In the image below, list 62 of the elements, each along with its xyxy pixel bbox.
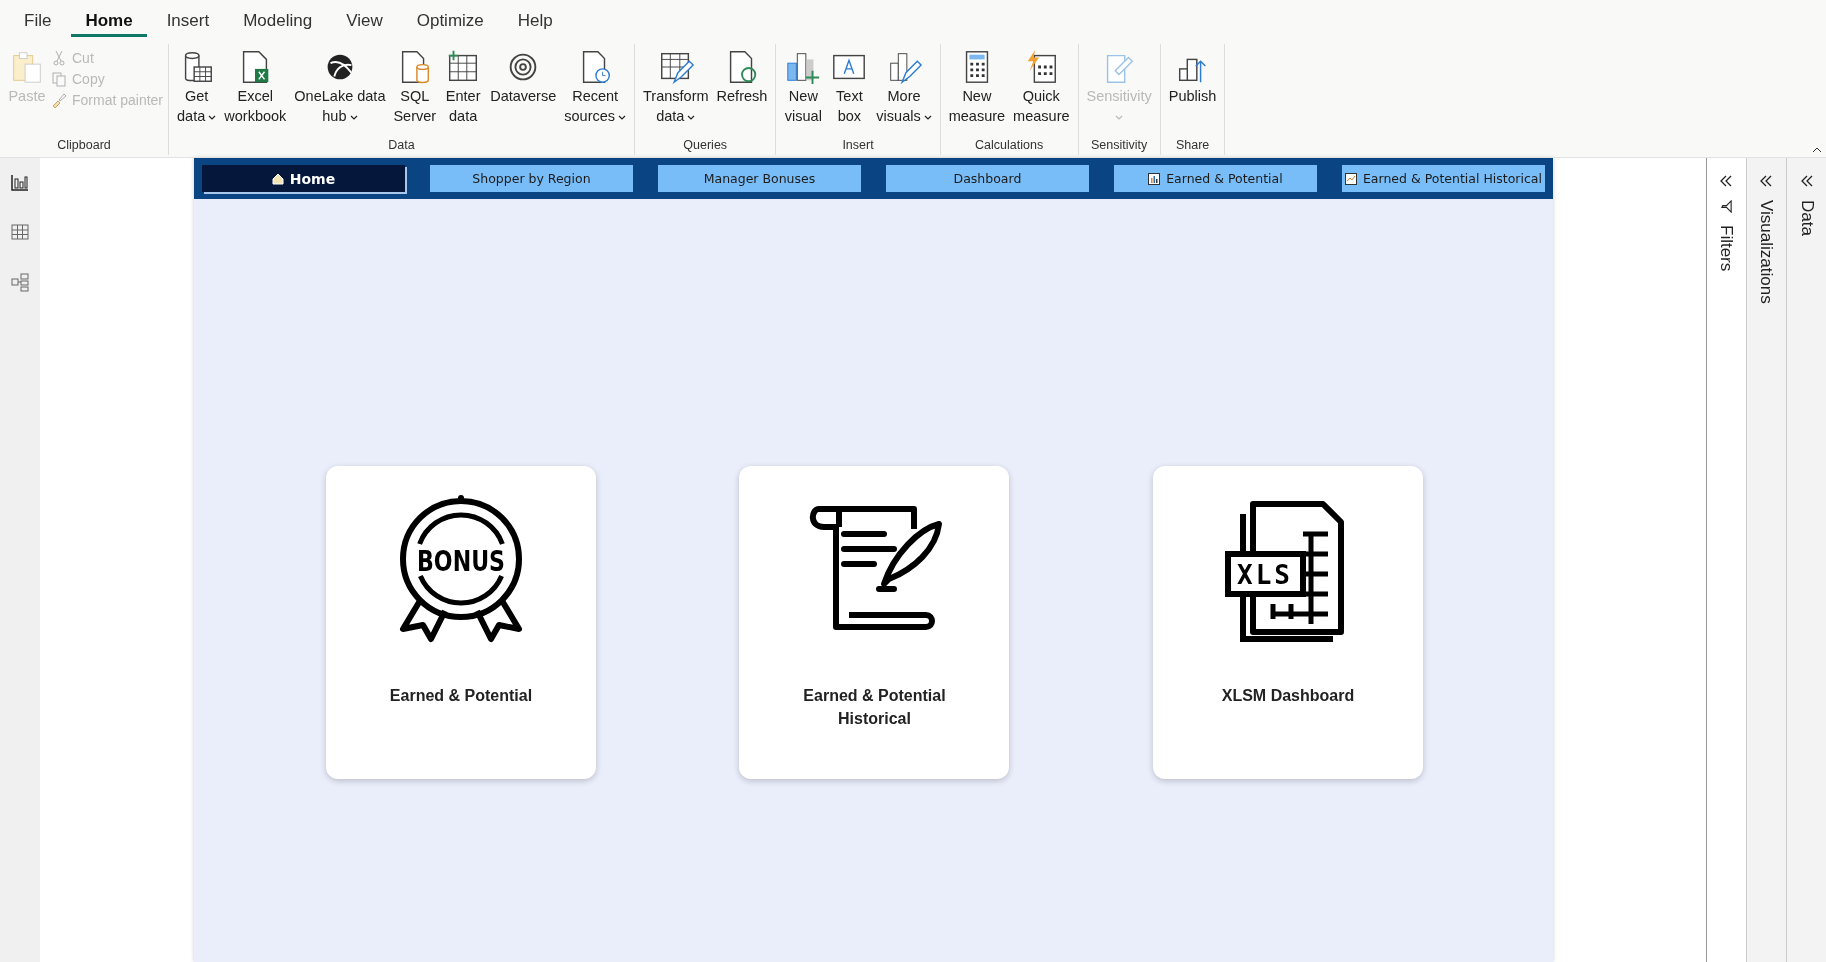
table-view-icon[interactable]	[10, 222, 30, 242]
group-label: Queries	[682, 138, 729, 154]
ribbon-button[interactable]: Excel workbook	[221, 44, 290, 130]
menu-tab[interactable]: Modeling	[229, 5, 327, 37]
group-label: Share	[1174, 138, 1211, 154]
ribbon-button[interactable]: Enter data	[441, 44, 486, 130]
card[interactable]: XLS XLSM Dashboard	[1152, 466, 1423, 779]
ribbon-button[interactable]: New visual	[781, 44, 826, 130]
copy-icon	[51, 71, 67, 87]
brush-icon	[51, 92, 67, 108]
side-pane[interactable]: Visualizations	[1746, 158, 1786, 962]
pane-label: Filters	[1716, 225, 1737, 272]
ribbon-button[interactable]: Get data	[174, 44, 220, 130]
page-button[interactable]: Earned & Potential Historical	[1341, 165, 1545, 192]
ribbon-button[interactable]: Quick measure	[1010, 44, 1073, 130]
collapse-ribbon-icon[interactable]	[1812, 147, 1822, 153]
ribbon-button[interactable]: OneLake data hub	[291, 44, 389, 130]
group-label: Insert	[841, 138, 875, 154]
page-button[interactable]: Dashboard	[885, 165, 1089, 192]
ribbon-button[interactable]: Publish	[1165, 44, 1220, 110]
scissors-icon	[51, 50, 67, 66]
file-type-text: XLS	[1237, 560, 1293, 590]
card-title: Earned & Potential	[388, 686, 534, 706]
group-label: Data	[387, 138, 416, 154]
ribbon-button[interactable]: SQL Server	[390, 44, 440, 130]
expand-icon[interactable]	[1799, 174, 1814, 188]
home-icon	[271, 172, 284, 185]
group-label: Calculations	[974, 138, 1045, 154]
group-label: Clipboard	[56, 138, 112, 154]
expand-icon[interactable]	[1759, 174, 1774, 188]
pane-label: Visualizations	[1756, 200, 1777, 304]
group-label: Sensitivity	[1090, 138, 1149, 154]
menu-tab[interactable]: View	[332, 5, 397, 37]
pane-label: Data	[1796, 200, 1817, 236]
model-view-icon[interactable]	[10, 272, 30, 292]
ribbon-button[interactable]: Refresh	[713, 44, 771, 110]
menu-tab[interactable]: Insert	[152, 5, 224, 37]
ribbon-button[interactable]: Recent sources	[561, 44, 630, 130]
card-title: Earned & Potential Historical	[802, 686, 947, 729]
bar-chart-icon	[1148, 172, 1161, 185]
page-button[interactable]: Home	[201, 165, 405, 192]
side-pane[interactable]: Filters	[1706, 158, 1746, 962]
ribbon-button[interactable]: Dataverse	[487, 44, 560, 110]
page-button[interactable]: Manager Bonuses	[657, 165, 861, 192]
page-button[interactable]: Earned & Potential	[1113, 165, 1317, 192]
menu-tab[interactable]: Optimize	[402, 5, 498, 37]
card-title: XLSM Dashboard	[1220, 686, 1356, 706]
report-view-icon[interactable]	[10, 172, 30, 192]
card[interactable]: BONUS Earned & Potential	[325, 466, 596, 779]
menu-tab[interactable]: Help	[503, 5, 567, 37]
expand-icon[interactable]	[1719, 174, 1734, 188]
page-button[interactable]: Shopper by Region	[429, 165, 633, 192]
badge-text: BONUS	[416, 544, 533, 578]
menu-tab[interactable]: File	[10, 5, 66, 37]
ribbon-button[interactable]: New measure	[945, 44, 1009, 130]
side-pane[interactable]: Data	[1786, 158, 1826, 962]
filter-icon	[1719, 200, 1733, 213]
menu-tab[interactable]: Home	[71, 5, 147, 37]
ribbon-button[interactable]: More visuals	[873, 44, 935, 130]
card[interactable]: Earned & Potential Historical	[739, 466, 1010, 779]
ribbon-button[interactable]: Text box	[827, 44, 872, 130]
ribbon-button[interactable]: Transform data	[640, 44, 712, 130]
